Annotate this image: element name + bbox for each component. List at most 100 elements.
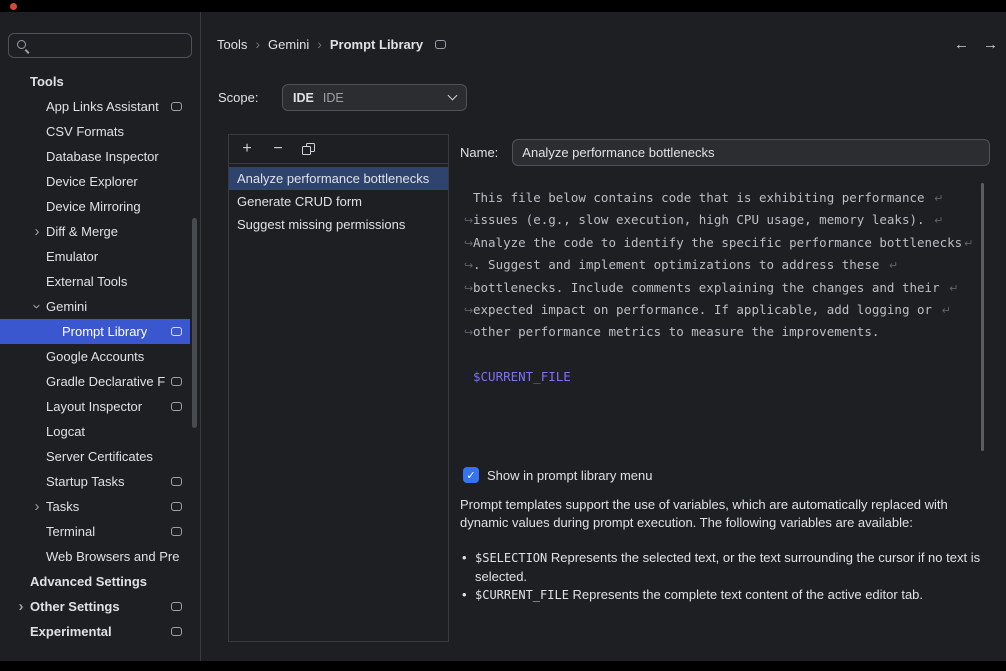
ide-scope-icon (171, 102, 182, 111)
sidebar-item-server-certificates[interactable]: Server Certificates (0, 444, 190, 469)
soft-wrap-icon: ↵ (934, 214, 943, 227)
variable-description: Represents the complete text content of … (569, 587, 923, 602)
sidebar-item-device-explorer[interactable]: Device Explorer (0, 169, 190, 194)
sidebar-item-csv-formats[interactable]: CSV Formats (0, 119, 190, 144)
soft-wrap-icon: ↪ (464, 300, 473, 322)
chevron-right-icon[interactable]: › (28, 499, 46, 514)
settings-tree: Tools App Links Assistant CSV Formats Da… (0, 69, 200, 644)
prompt-list-item[interactable]: Suggest missing permissions (229, 213, 448, 236)
chevron-right-icon[interactable]: › (12, 599, 30, 614)
ide-scope-icon (171, 477, 182, 486)
sidebar-item-google-accounts[interactable]: Google Accounts (0, 344, 190, 369)
scope-label: Scope: (218, 90, 264, 105)
sidebar-item-database-inspector[interactable]: Database Inspector (0, 144, 190, 169)
editor-text: This file below contains code that is ex… (460, 180, 988, 389)
prompt-text-editor[interactable]: This file below contains code that is ex… (460, 180, 988, 456)
prompt-list-item[interactable]: Analyze performance bottlenecks (229, 167, 448, 190)
settings-sidebar: Tools App Links Assistant CSV Formats Da… (0, 12, 201, 661)
sidebar-item-label: External Tools (46, 274, 127, 289)
editor-scrollbar[interactable] (981, 183, 984, 451)
sidebar-item-external-tools[interactable]: External Tools (0, 269, 190, 294)
sidebar-item-prompt-library[interactable]: Prompt Library (0, 319, 190, 344)
ide-scope-icon (171, 602, 182, 611)
sidebar-item-label: Advanced Settings (30, 574, 147, 589)
editor-line: ↪. Suggest and implement optimizations t… (464, 254, 974, 276)
scope-tag: IDE (293, 91, 314, 105)
sidebar-item-device-mirroring[interactable]: Device Mirroring (0, 194, 190, 219)
editor-line: ↪issues (e.g., slow execution, high CPU … (464, 209, 974, 231)
editor-line (464, 344, 974, 366)
settings-window: Tools App Links Assistant CSV Formats Da… (0, 12, 1006, 661)
prompt-list-item[interactable]: Generate CRUD form (229, 190, 448, 213)
sidebar-item-label: Experimental (30, 624, 112, 639)
sidebar-item-other-settings[interactable]: ›Other Settings (0, 594, 190, 619)
sidebar-item-label: Tasks (46, 499, 79, 514)
sidebar-item-label: Gemini (46, 299, 87, 314)
editor-line-variable: $CURRENT_FILE (464, 366, 974, 388)
window-close-button[interactable] (10, 3, 17, 10)
remove-button[interactable]: − (271, 141, 285, 157)
sidebar-item-terminal[interactable]: Terminal (0, 519, 190, 544)
breadcrumb: Tools › Gemini › Prompt Library (217, 36, 446, 52)
sidebar-item-logcat[interactable]: Logcat (0, 419, 190, 444)
sidebar-item-label: Device Mirroring (46, 199, 141, 214)
sidebar-item-gradle-declarative[interactable]: Gradle Declarative F (0, 369, 190, 394)
sidebar-item-diff-merge[interactable]: ›Diff & Merge (0, 219, 190, 244)
sidebar-item-experimental[interactable]: Experimental (0, 619, 190, 644)
ide-scope-icon (171, 502, 182, 511)
bullet-icon: • (462, 549, 475, 585)
editor-line: ↪Analyze the code to identify the specif… (464, 232, 974, 254)
sidebar-item-advanced-settings[interactable]: Advanced Settings (0, 569, 190, 594)
search-icon (16, 39, 29, 52)
breadcrumb-gemini[interactable]: Gemini (268, 37, 309, 52)
copy-icon[interactable] (302, 143, 315, 156)
prompt-name-input[interactable] (512, 139, 990, 166)
forward-arrow-icon[interactable]: → (983, 36, 998, 53)
sidebar-scrollbar[interactable] (192, 218, 197, 428)
chevron-right-icon[interactable]: › (28, 224, 46, 239)
scope-dropdown[interactable]: IDE IDE (282, 84, 467, 111)
sidebar-item-startup-tasks[interactable]: Startup Tasks (0, 469, 190, 494)
checkbox-label: Show in prompt library menu (487, 468, 652, 483)
sidebar-item-tools[interactable]: Tools (0, 69, 190, 94)
sidebar-item-label: Web Browsers and Pre (46, 549, 179, 564)
show-in-menu-checkbox-row[interactable]: ✓ Show in prompt library menu (463, 467, 652, 483)
sidebar-item-app-links-assistant[interactable]: App Links Assistant (0, 94, 190, 119)
sidebar-item-tasks[interactable]: ›Tasks (0, 494, 190, 519)
breadcrumb-tools[interactable]: Tools (217, 37, 247, 52)
sidebar-item-label: Startup Tasks (46, 474, 125, 489)
scope-row: Scope: IDE IDE (218, 84, 467, 111)
prompt-list-toolbar: + − (229, 135, 448, 164)
sidebar-item-label: Emulator (46, 249, 98, 264)
ide-scope-icon (171, 402, 182, 411)
name-label: Name: (460, 145, 498, 160)
sidebar-item-label: Logcat (46, 424, 85, 439)
sidebar-item-label: Prompt Library (62, 324, 147, 339)
soft-wrap-icon: ↪ (464, 278, 473, 300)
ide-scope-icon (171, 627, 182, 636)
sidebar-item-label: CSV Formats (46, 124, 124, 139)
sidebar-item-label: Google Accounts (46, 349, 144, 364)
soft-wrap-icon: ↪ (464, 255, 473, 277)
back-arrow-icon[interactable]: ← (954, 36, 969, 53)
chevron-down-icon (448, 91, 458, 101)
breadcrumb-separator-icon: › (317, 36, 322, 52)
sidebar-item-label: Diff & Merge (46, 224, 118, 239)
soft-wrap-icon: ↵ (942, 304, 951, 317)
soft-wrap-icon: ↪ (464, 210, 473, 232)
sidebar-item-gemini[interactable]: ›Gemini (0, 294, 190, 319)
soft-wrap-icon: ↵ (889, 259, 898, 272)
prompt-name-row: Name: (460, 139, 990, 166)
sidebar-item-emulator[interactable]: Emulator (0, 244, 190, 269)
sidebar-item-label: Terminal (46, 524, 95, 539)
sidebar-item-label: Device Explorer (46, 174, 138, 189)
editor-line: ↪expected impact on performance. If appl… (464, 299, 974, 321)
search-input[interactable] (34, 38, 184, 54)
sidebar-item-layout-inspector[interactable]: Layout Inspector (0, 394, 190, 419)
checkbox-checked[interactable]: ✓ (463, 467, 479, 483)
chevron-down-icon[interactable]: › (30, 298, 45, 316)
sidebar-item-label: Server Certificates (46, 449, 153, 464)
sidebar-item-web-browsers[interactable]: Web Browsers and Pre (0, 544, 190, 569)
settings-search[interactable] (8, 33, 192, 58)
add-button[interactable]: + (240, 141, 254, 157)
